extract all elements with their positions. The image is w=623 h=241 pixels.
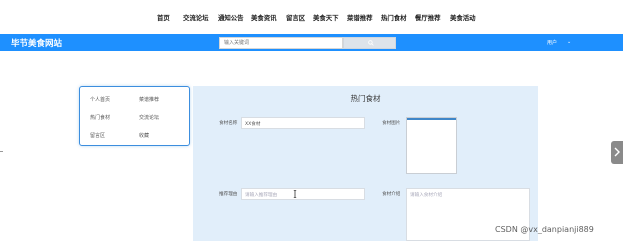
search-button[interactable]: [343, 37, 396, 49]
top-nav: 首页 交流论坛 通知公告 美食资讯 留言区 美食天下 菜谱推荐 热门食材 餐厅推…: [0, 0, 623, 34]
menu-item-hot-ingredients[interactable]: 热门食材: [90, 114, 110, 121]
nav-item-forum[interactable]: 交流论坛: [183, 13, 209, 22]
left-menu: 个人首页 菜谱推荐 热门食材 交流论坛 留言区 收藏: [79, 86, 190, 146]
side-tab[interactable]: [611, 141, 623, 164]
nav-item-food-news[interactable]: 美食资讯: [251, 13, 277, 22]
food-name-field[interactable]: XX食材: [241, 117, 365, 129]
nav-item-home[interactable]: 首页: [157, 13, 170, 22]
nav-item-message-board[interactable]: 留言区: [286, 13, 305, 22]
menu-item-personal-home[interactable]: 个人首页: [90, 96, 110, 103]
recommend-reason-label: 推荐理由: [219, 192, 238, 197]
search-icon: [368, 40, 374, 46]
menu-item-forum[interactable]: 交流论坛: [139, 114, 159, 121]
image-box-border: [407, 118, 456, 120]
chevron-right-icon: [614, 147, 620, 157]
recommend-reason-field[interactable]: 请输入推荐理由: [241, 188, 365, 200]
page-title: 热门食材: [350, 94, 381, 103]
nav-item-hot-ingredients[interactable]: 热门食材: [381, 13, 407, 22]
chevron-down-icon[interactable]: ⌄: [567, 39, 571, 45]
site-title[interactable]: 毕节美食网站: [11, 37, 62, 49]
menu-item-message-board[interactable]: 留言区: [90, 132, 105, 139]
food-image-upload[interactable]: [406, 117, 457, 174]
menu-item-recipes[interactable]: 菜谱推荐: [139, 96, 159, 103]
search-input[interactable]: [219, 37, 343, 49]
user-menu[interactable]: 用户: [547, 39, 557, 46]
page-root: 首页 交流论坛 通知公告 美食资讯 留言区 美食天下 菜谱推荐 热门食材 餐厅推…: [0, 0, 623, 241]
edge-mark: [0, 151, 3, 152]
nav-item-notices[interactable]: 通知公告: [218, 13, 244, 22]
food-name-label: 食材名称: [219, 121, 238, 126]
nav-item-restaurants[interactable]: 餐厅推荐: [415, 13, 441, 22]
nav-item-recipes[interactable]: 菜谱推荐: [347, 13, 373, 22]
menu-item-favorites[interactable]: 收藏: [139, 132, 149, 139]
nav-item-food-world[interactable]: 美食天下: [313, 13, 339, 22]
food-image-label: 食材图片: [382, 121, 401, 126]
intro-label: 食材介绍: [382, 192, 401, 197]
watermark: CSDN @vx_danpianji889: [495, 225, 594, 234]
form-panel: 热门食材 食材名称 XX食材 食材图片 推荐理由 请输入推荐理由 食材介绍 请输…: [193, 86, 538, 241]
nav-item-food-events[interactable]: 美食活动: [450, 13, 476, 22]
text-cursor-icon: [293, 190, 297, 198]
